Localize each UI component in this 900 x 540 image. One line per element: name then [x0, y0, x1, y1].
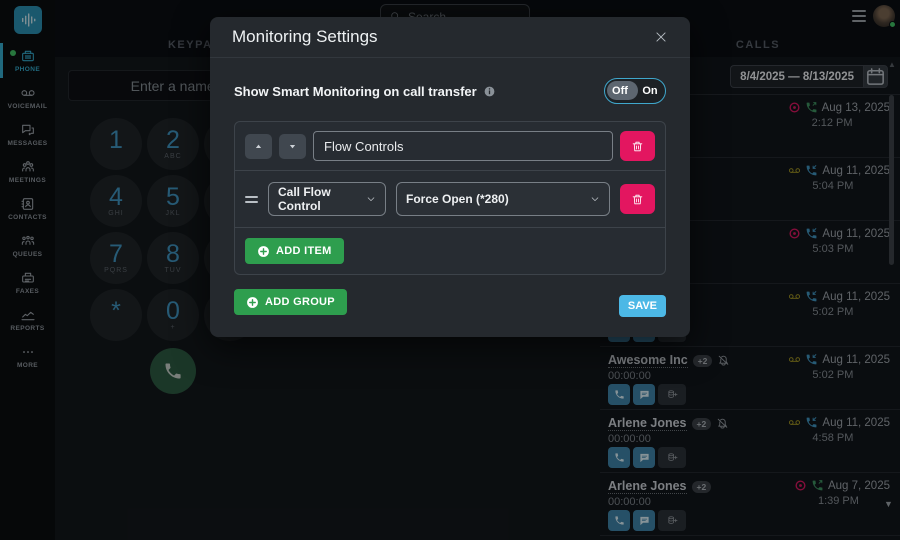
chevron-down-icon — [590, 194, 600, 204]
add-group-button[interactable]: ADD GROUP — [234, 289, 347, 315]
toggle-on-option[interactable]: On — [635, 79, 665, 103]
move-group-down-button[interactable] — [279, 134, 306, 159]
save-button[interactable]: SAVE — [619, 295, 666, 317]
plus-circle-icon — [257, 245, 270, 258]
add-item-button[interactable]: ADD ITEM — [245, 238, 344, 264]
delete-item-button[interactable] — [620, 184, 655, 214]
modal-title: Monitoring Settings — [232, 27, 378, 47]
monitoring-item-row: Call Flow Control Force Open (*280) — [235, 171, 665, 228]
modal-body: Show Smart Monitoring on call transfer O… — [210, 58, 690, 337]
smart-monitoring-label: Show Smart Monitoring on call transfer — [234, 84, 496, 99]
group-name-input[interactable] — [313, 131, 613, 161]
chevron-down-icon — [366, 194, 376, 204]
monitoring-settings-modal: Monitoring Settings Show Smart Monitorin… — [210, 17, 690, 337]
plus-circle-icon — [246, 296, 259, 309]
app-window: PHONEVOICEMAILMESSAGESMEETINGSCONTACTSQU… — [0, 0, 900, 540]
delete-group-button[interactable] — [620, 131, 655, 161]
move-group-up-button[interactable] — [245, 134, 272, 159]
drag-handle-icon[interactable] — [245, 196, 258, 203]
info-icon[interactable] — [483, 85, 496, 98]
item-type-select[interactable]: Call Flow Control — [268, 182, 386, 216]
monitoring-group: Call Flow Control Force Open (*280) ADD … — [234, 121, 666, 275]
smart-monitoring-toggle[interactable]: Off On — [604, 78, 666, 104]
close-icon[interactable] — [654, 30, 668, 44]
modal-header: Monitoring Settings — [210, 17, 690, 58]
item-value-select[interactable]: Force Open (*280) — [396, 182, 610, 216]
toggle-off-option[interactable]: Off — [605, 79, 635, 103]
